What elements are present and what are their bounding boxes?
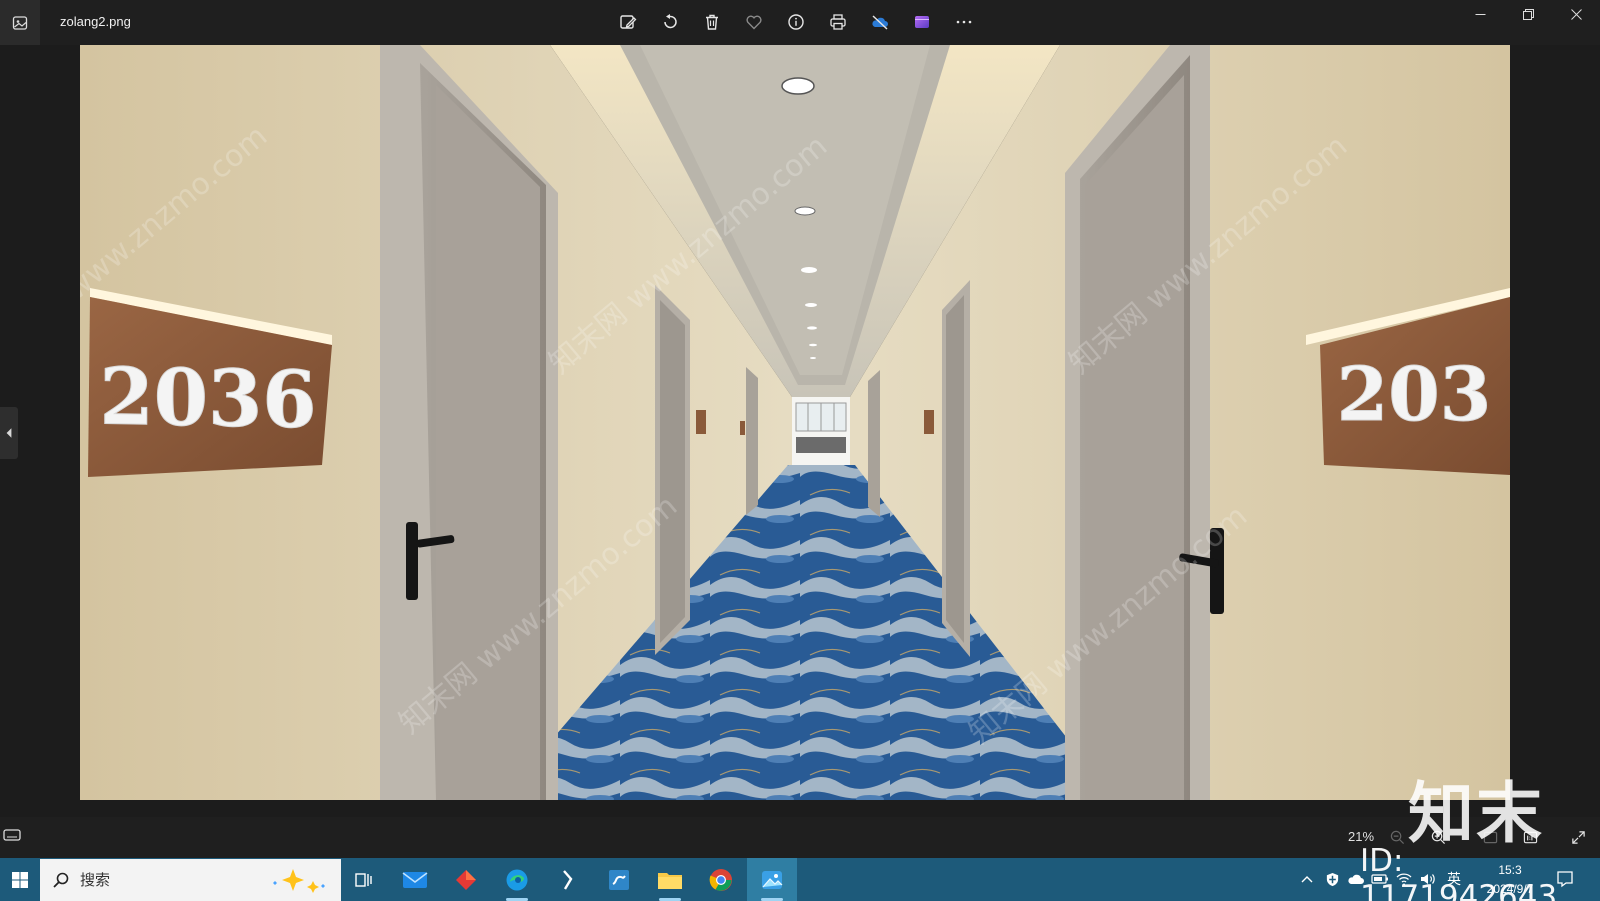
onedrive-off-icon[interactable] [866, 8, 894, 36]
vscode-like-app-icon[interactable] [543, 858, 593, 901]
photos-taskbar-icon[interactable] [747, 858, 797, 901]
delete-icon[interactable] [698, 8, 726, 36]
favorite-icon[interactable] [740, 8, 768, 36]
task-view-icon[interactable] [339, 858, 389, 901]
show-hidden-icons-icon[interactable] [1297, 869, 1317, 889]
search-input[interactable] [80, 869, 260, 891]
edge-browser-icon[interactable] [492, 858, 542, 901]
room-number-203: 203 [1337, 352, 1491, 438]
print-icon[interactable] [824, 8, 852, 36]
watermark-id: ID: 1171942643 [1360, 843, 1558, 901]
corridor-photo: 2036 203 知末网 www.znzmo.com 知末网 www.znzmo… [80, 45, 1510, 817]
edit-image-icon[interactable] [614, 8, 642, 36]
security-shield-icon[interactable] [1322, 869, 1342, 889]
room-number-2036: 2036 [99, 351, 316, 446]
minimize-button[interactable] [1456, 0, 1504, 28]
rotate-icon[interactable] [656, 8, 684, 36]
windows-start-button[interactable] [0, 858, 40, 901]
image-viewer[interactable]: 2036 203 知末网 www.znzmo.com 知末网 www.znzmo… [0, 45, 1600, 817]
photos-app-window: zolang2.png 2036 203 知末网 www.znzmo.com 知… [0, 0, 1600, 901]
sketch-app-icon[interactable] [594, 858, 644, 901]
filmstrip-icon[interactable] [2, 827, 22, 845]
search-icon [53, 872, 69, 888]
more-icon[interactable] [950, 8, 978, 36]
file-explorer-icon[interactable] [645, 858, 695, 901]
clipchamp-icon[interactable] [908, 8, 936, 36]
taskbar-search-box[interactable] [40, 859, 341, 901]
corridor-rendering: 2036 203 知末网 www.znzmo.com 知末网 www.znzmo… [80, 45, 1510, 800]
close-button[interactable] [1552, 0, 1600, 28]
viewer-toolbar [614, 8, 978, 36]
watermark-brand: 知末 [1408, 775, 1544, 852]
mail-app-icon[interactable] [390, 858, 440, 901]
red-diamond-app-icon[interactable] [441, 858, 491, 901]
window-controls [1456, 0, 1600, 28]
title-bar: zolang2.png [0, 0, 1600, 45]
search-highlight-icon [273, 869, 325, 893]
info-icon[interactable] [782, 8, 810, 36]
restore-button[interactable] [1504, 0, 1552, 28]
file-name-title: zolang2.png [60, 14, 131, 29]
photos-app-icon [0, 0, 40, 45]
zoom-level: 21% [1348, 829, 1375, 844]
chrome-browser-icon[interactable] [696, 858, 746, 901]
previous-image-button[interactable] [0, 407, 18, 459]
